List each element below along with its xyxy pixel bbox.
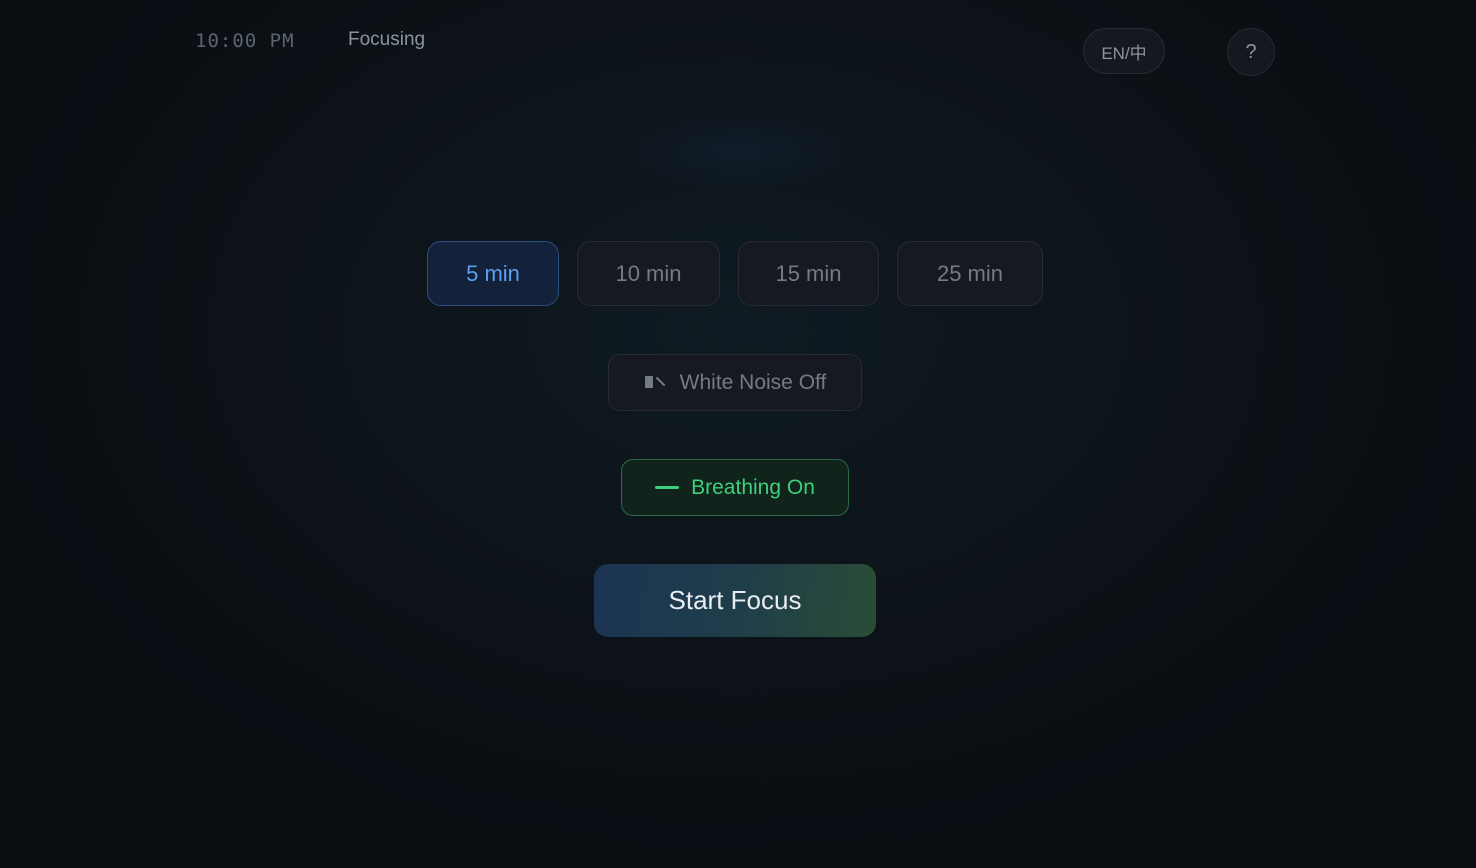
breathing-label: Breathing On — [691, 475, 815, 499]
speaker-muted-icon — [644, 371, 666, 395]
start-focus-button[interactable]: Start Focus — [594, 564, 876, 637]
duration-option-15[interactable]: 15 min — [738, 241, 879, 306]
help-button[interactable]: ? — [1227, 28, 1275, 76]
white-noise-label: White Noise Off — [679, 370, 827, 394]
duration-option-25[interactable]: 25 min — [897, 241, 1043, 306]
language-toggle-button[interactable]: EN/中 — [1083, 28, 1165, 74]
session-status: Focusing — [348, 29, 426, 50]
clock-time: 10:00 PM — [195, 30, 295, 52]
breathing-toggle[interactable]: Breathing On — [621, 459, 849, 516]
white-noise-toggle[interactable]: White Noise Off — [608, 354, 862, 411]
ambient-glow — [620, 110, 860, 190]
duration-option-5[interactable]: 5 min — [427, 241, 559, 306]
duration-option-10[interactable]: 10 min — [577, 241, 720, 306]
breathing-line-icon — [655, 486, 680, 489]
